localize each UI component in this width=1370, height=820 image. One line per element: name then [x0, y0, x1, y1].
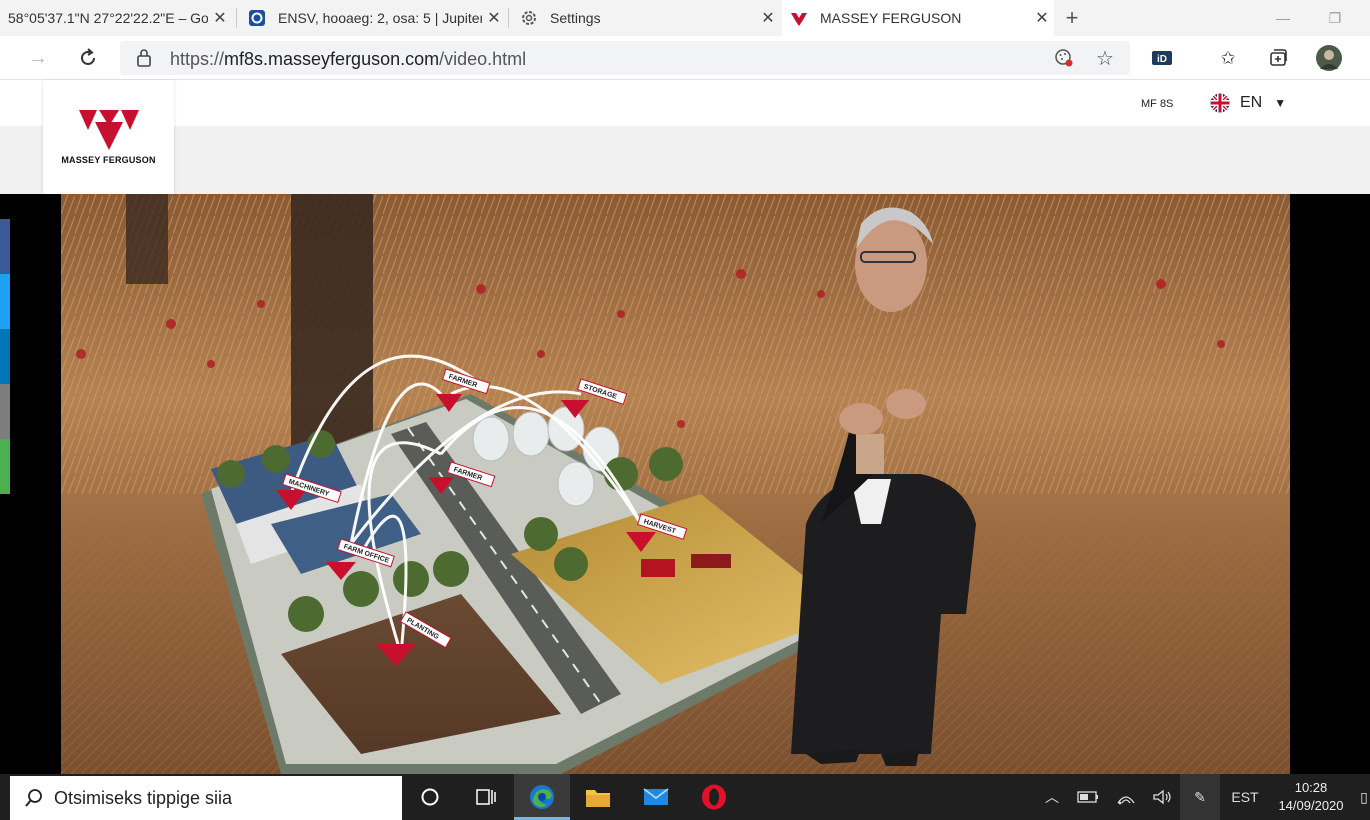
volume-icon[interactable]	[1148, 774, 1176, 820]
language-selector[interactable]: EN ▼	[1210, 93, 1286, 113]
collections-icon[interactable]	[1262, 42, 1294, 74]
uk-flag-icon	[1210, 93, 1230, 113]
close-icon[interactable]: ✕	[482, 8, 506, 28]
video-player[interactable]: MACHINERY FARMER STORAGE HARVEST FARM OF…	[61, 194, 1290, 774]
tab-google-maps[interactable]: 58°05'37.1"N 27°22'22.2"E – Goo ✕	[0, 0, 232, 36]
svg-text:iD: iD	[1157, 54, 1167, 65]
system-clock[interactable]: 10:28 14/09/2020	[1268, 779, 1354, 815]
wifi-icon[interactable]	[1112, 774, 1140, 820]
close-icon[interactable]: ✕	[756, 8, 780, 28]
tab-title: ENSV, hooaeg: 2, osa: 5 | Jupiter	[278, 10, 482, 26]
linkedin-share-tab[interactable]	[0, 329, 10, 384]
address-bar[interactable]: https://mf8s.masseyferguson.com/video.ht…	[120, 41, 1130, 75]
id-extension-icon[interactable]: iD	[1146, 42, 1178, 74]
video-section: MACHINERY FARMER STORAGE HARVEST FARM OF…	[0, 194, 1370, 774]
tab-massey-ferguson[interactable]: MASSEY FERGUSON ✕	[782, 0, 1054, 36]
edge-browser-icon[interactable]	[514, 774, 570, 820]
file-explorer-icon[interactable]	[570, 774, 626, 820]
tracking-icon[interactable]	[1054, 48, 1074, 73]
clock-date: 14/09/2020	[1278, 798, 1344, 813]
clock-time: 10:28	[1294, 780, 1328, 795]
lock-icon	[136, 48, 152, 73]
mail-icon[interactable]	[628, 774, 684, 820]
url-text: https://mf8s.masseyferguson.com/video.ht…	[170, 49, 527, 69]
search-icon	[25, 789, 42, 807]
site-subheader	[0, 126, 1370, 194]
triple-triangle-icon	[79, 110, 139, 150]
new-tab-button[interactable]: +	[1058, 0, 1086, 36]
tab-title: MASSEY FERGUSON	[820, 10, 962, 26]
battery-icon[interactable]	[1074, 774, 1102, 820]
tab-title: 58°05'37.1"N 27°22'22.2"E – Goo	[8, 10, 208, 26]
cortana-icon[interactable]	[402, 774, 458, 820]
restore-icon[interactable]: ❐	[1310, 0, 1360, 36]
logo-wordmark: MASSEY FERGUSON	[61, 155, 156, 165]
jupiter-icon	[248, 9, 266, 27]
pen-workspace-icon[interactable]: ✎	[1180, 774, 1220, 820]
browser-toolbar: → https://mf8s.masseyferguson.com/video.…	[0, 36, 1370, 80]
notifications-icon[interactable]: ▯	[1358, 774, 1370, 820]
input-language-indicator[interactable]: EST	[1228, 774, 1262, 820]
tab-strip: 58°05'37.1"N 27°22'22.2"E – Goo ✕ ENSV, …	[0, 0, 1370, 36]
tab-settings[interactable]: Settings ✕	[512, 0, 780, 36]
gear-icon	[520, 9, 538, 27]
tab-jupiter[interactable]: ENSV, hooaeg: 2, osa: 5 | Jupiter ✕	[240, 0, 506, 36]
email-share-tab[interactable]	[0, 384, 10, 439]
tab-separator	[508, 8, 509, 28]
video-frame: MACHINERY FARMER STORAGE HARVEST FARM OF…	[61, 194, 1290, 774]
tab-separator	[236, 8, 237, 28]
tab-title: Settings	[550, 10, 601, 26]
facebook-share-tab[interactable]	[0, 219, 10, 274]
caret-down-icon: ▼	[1274, 96, 1287, 110]
massey-ferguson-favicon-icon	[790, 9, 808, 27]
refresh-icon[interactable]	[72, 42, 104, 74]
model-nav-link[interactable]: MF 8S	[1141, 98, 1173, 110]
profile-avatar[interactable]	[1313, 42, 1345, 74]
language-label: EN	[1240, 94, 1263, 111]
favorites-list-icon[interactable]: ✩	[1212, 42, 1244, 74]
windows-taskbar: Otsimiseks tippige siia ︿ ✎ EST 10:28 14…	[0, 774, 1370, 820]
favorite-star-icon[interactable]: ☆	[1096, 46, 1114, 71]
massey-ferguson-logo[interactable]: MASSEY FERGUSON	[43, 80, 174, 194]
forward-arrow-icon[interactable]: →	[22, 42, 54, 74]
chevron-up-icon[interactable]: ︿	[1040, 774, 1064, 820]
minimize-icon[interactable]: —	[1258, 0, 1308, 36]
search-placeholder: Otsimiseks tippige siia	[54, 787, 233, 808]
taskbar-search[interactable]: Otsimiseks tippige siia	[10, 776, 402, 820]
close-icon[interactable]: ✕	[208, 8, 232, 28]
twitter-share-tab[interactable]	[0, 274, 10, 329]
opera-icon[interactable]	[686, 774, 742, 820]
whatsapp-share-tab[interactable]	[0, 439, 10, 494]
close-icon[interactable]: ✕	[1030, 8, 1054, 28]
task-view-icon[interactable]	[458, 774, 514, 820]
